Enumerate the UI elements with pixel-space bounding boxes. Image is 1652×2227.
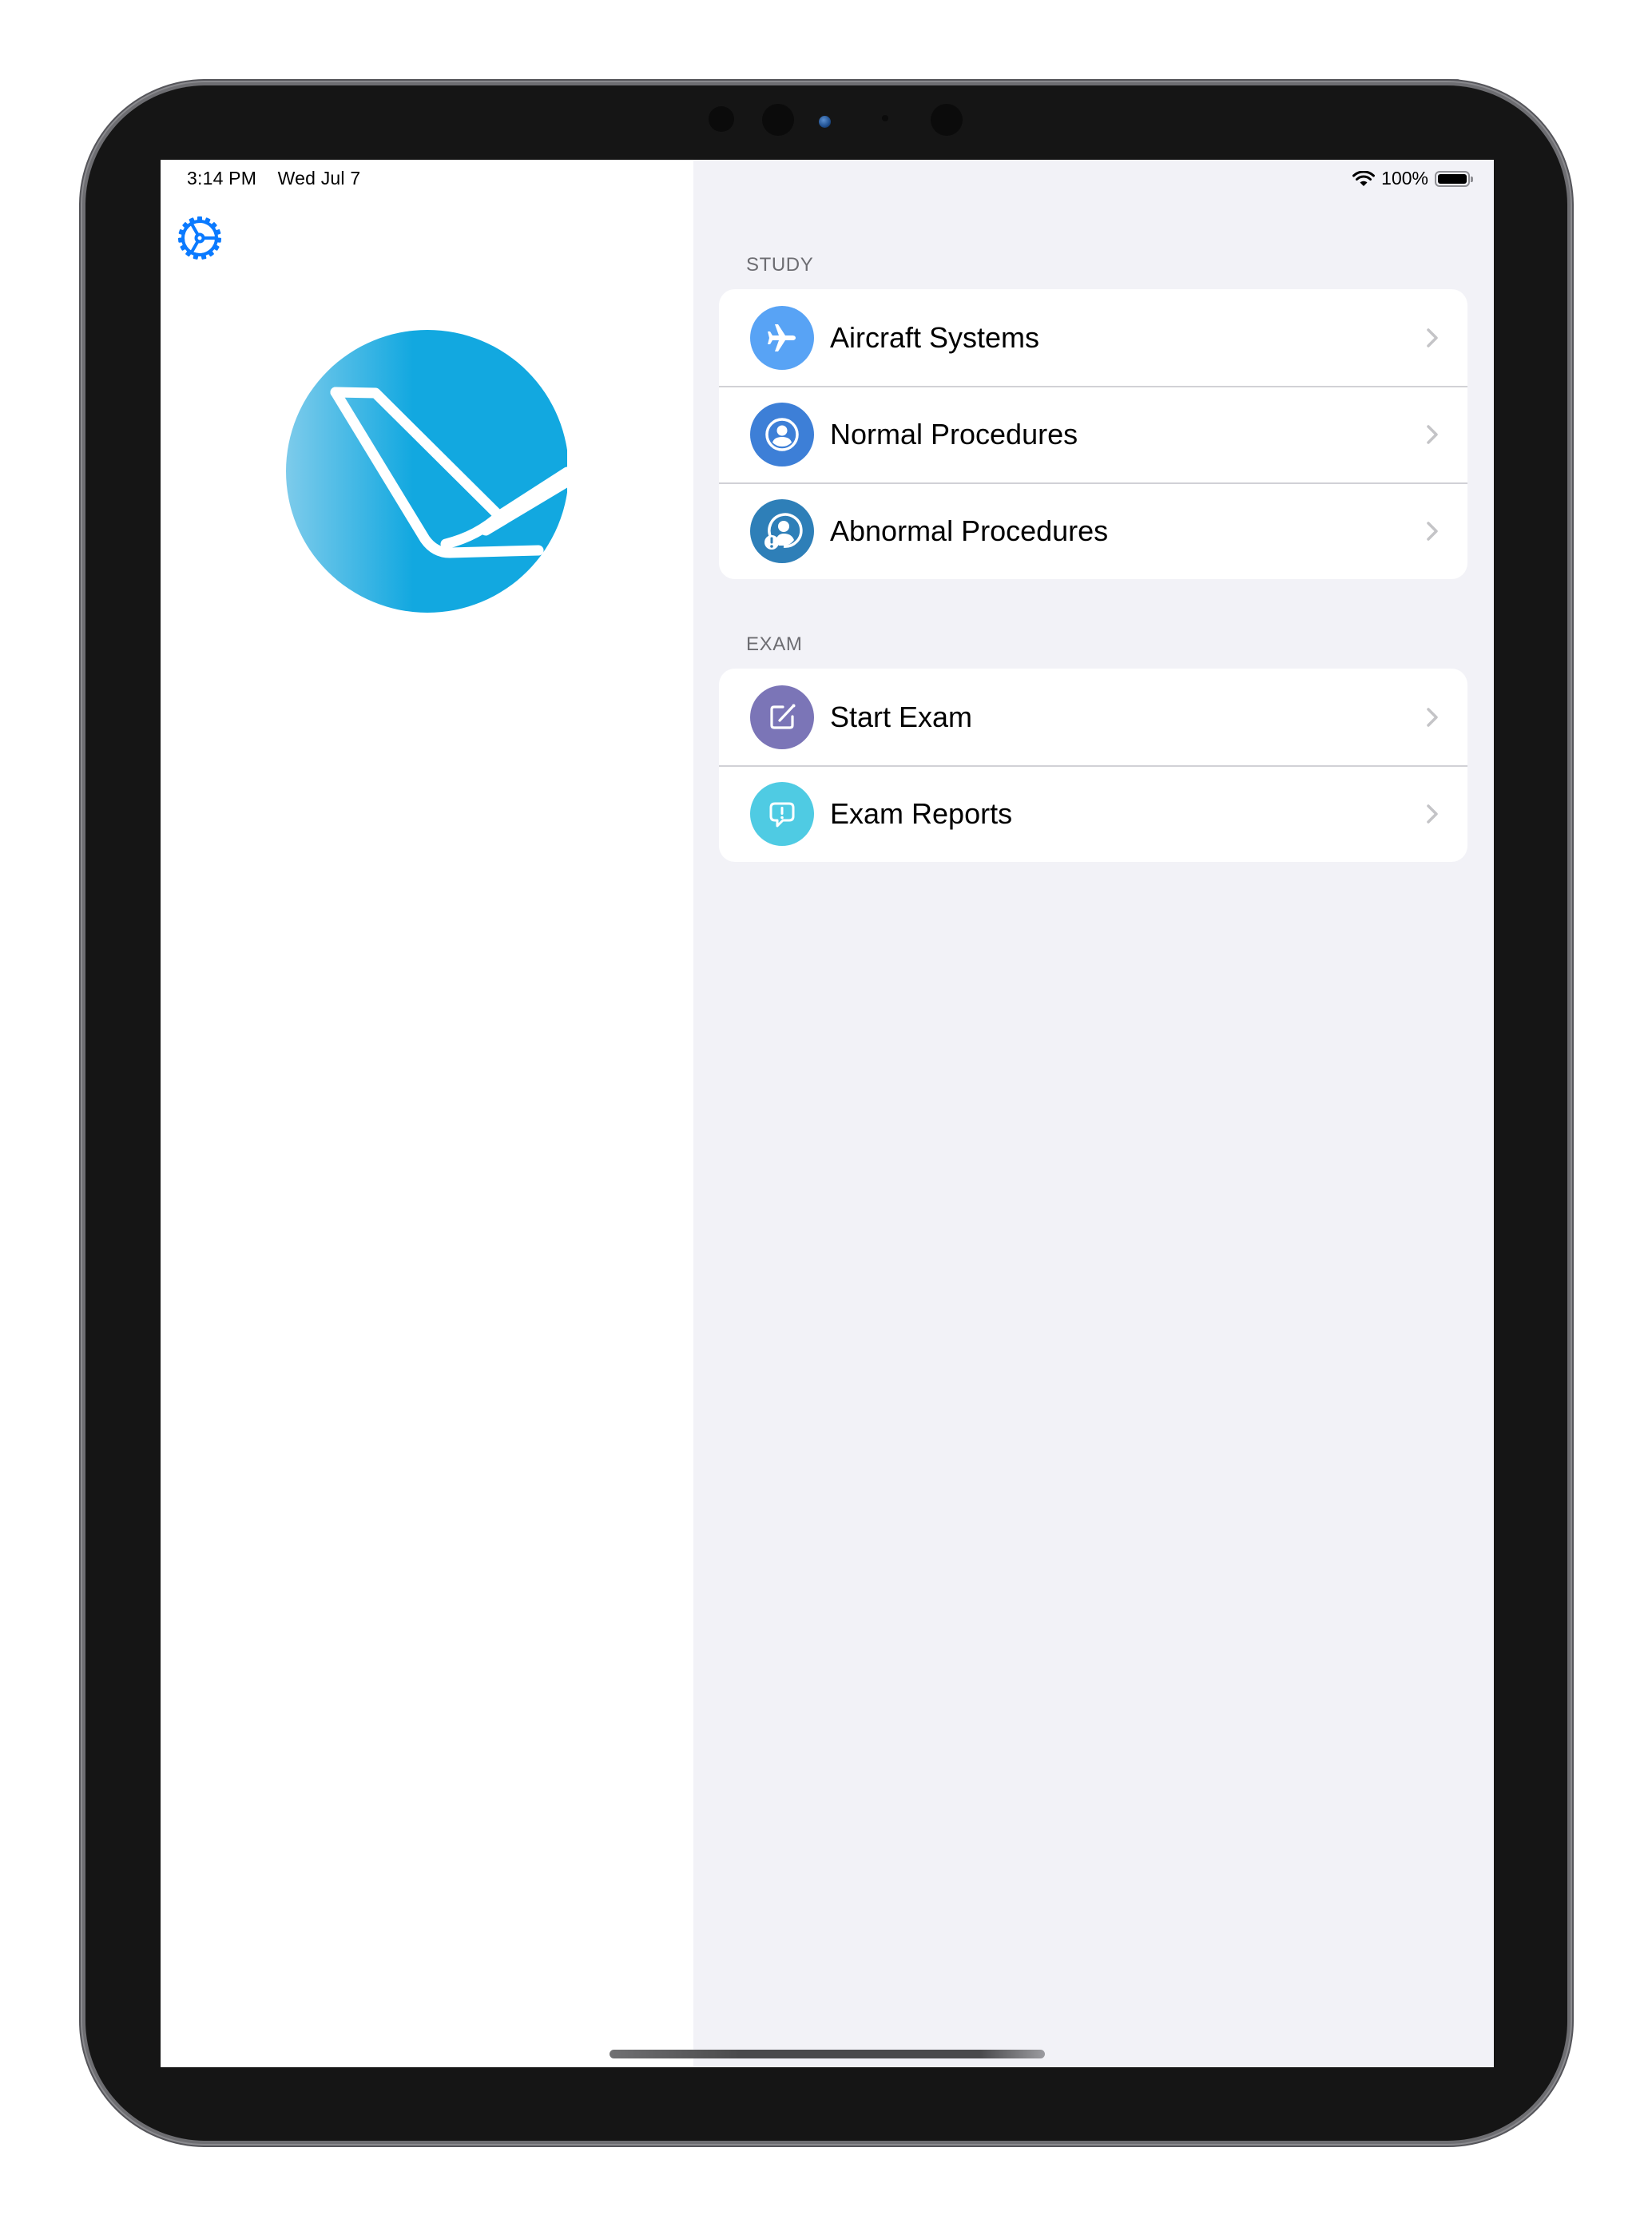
chevron-right-icon [1427, 707, 1438, 727]
compose-glyph-icon [770, 704, 796, 729]
row-label: Abnormal Procedures [830, 514, 1109, 547]
front-camera [819, 116, 831, 128]
alert-bubble-glyph-icon [769, 802, 795, 827]
detail-pane: 100% STUDY Aircraft Systems Normal Proce… [693, 160, 1494, 2067]
plane-tail-logo-icon [286, 330, 573, 613]
list-item-aircraft-systems[interactable]: Aircraft Systems [719, 289, 1467, 386]
volume-up-button [1567, 245, 1574, 328]
person-circle-glyph-icon [765, 417, 799, 451]
list-item-exam-reports[interactable]: Exam Reports [719, 765, 1467, 862]
row-label: Normal Procedures [830, 417, 1078, 451]
list-item-normal-procedures[interactable]: Normal Procedures [719, 386, 1467, 482]
chevron-right-icon [1427, 424, 1438, 444]
app-logo [286, 330, 573, 613]
status-bar-left: 3:14 PM Wed Jul 7 [187, 168, 376, 189]
volume-down-button [1567, 346, 1574, 429]
screen: 3:14 PM Wed Jul 7 100% STUDY Aircraft Sy… [161, 160, 1494, 2067]
list-item-start-exam[interactable]: Start Exam [719, 669, 1467, 765]
sidebar: 3:14 PM Wed Jul 7 [161, 160, 693, 2067]
list-item-abnormal-procedures[interactable]: Abnormal Procedures [719, 482, 1467, 579]
exam-group: Start Exam Exam Reports [719, 669, 1467, 862]
study-group: Aircraft Systems Normal Procedures Abnor… [719, 289, 1467, 579]
status-time: 3:14 PM [187, 168, 257, 189]
status-date: Wed Jul 7 [277, 168, 361, 189]
compose-icon [750, 685, 814, 749]
gear-icon [177, 216, 222, 260]
sensor-dot [762, 104, 794, 136]
airplane-glyph-icon [768, 324, 796, 351]
battery-fill [1438, 173, 1467, 184]
sensor-dot [709, 106, 734, 132]
status-bar-right: 100% [1352, 168, 1473, 189]
airplane-icon [750, 305, 814, 370]
row-label: Aircraft Systems [830, 320, 1040, 354]
sensor-dot [931, 104, 963, 136]
section-header-exam: EXAM [746, 633, 803, 655]
person-alert-glyph-icon [764, 512, 803, 550]
alert-bubble-icon [750, 781, 814, 846]
top-button [1362, 79, 1460, 85]
battery-percentage: 100% [1381, 168, 1428, 189]
chevron-right-icon [1427, 328, 1438, 347]
home-indicator[interactable] [610, 2050, 1045, 2058]
row-label: Start Exam [830, 700, 973, 733]
battery-icon [1435, 170, 1473, 187]
chevron-right-icon [1427, 804, 1438, 824]
sensor-array [687, 104, 1007, 136]
sensor-dot [882, 115, 888, 121]
settings-button[interactable] [177, 216, 222, 260]
person-alert-icon [750, 498, 814, 563]
row-label: Exam Reports [830, 796, 1013, 830]
wifi-icon [1352, 170, 1376, 186]
chevron-right-icon [1427, 521, 1438, 541]
person-circle-icon [750, 402, 814, 466]
section-header-study: STUDY [746, 254, 814, 276]
